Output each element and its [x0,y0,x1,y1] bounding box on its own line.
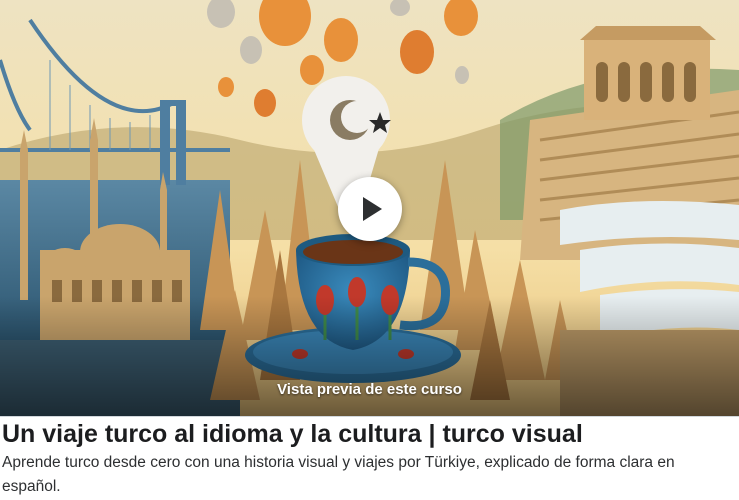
course-title: Un viaje turco al idioma y la cultura | … [2,420,583,448]
play-button[interactable] [338,177,402,241]
preview-overlay [0,296,739,416]
course-preview-video[interactable]: Vista previa de este curso [0,0,739,417]
course-card: Vista previa de este curso Un viaje turc… [0,0,739,500]
course-subtitle: Aprende turco desde cero con una histori… [2,454,675,495]
preview-label[interactable]: Vista previa de este curso [0,381,739,398]
play-icon [363,197,382,221]
